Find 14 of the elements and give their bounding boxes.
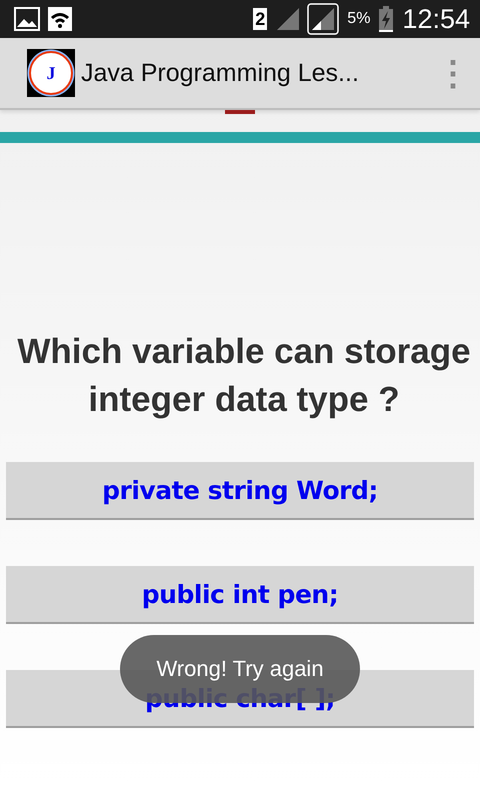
wifi-icon [48,7,72,31]
sim-badge: 2 [253,8,268,30]
answer-button[interactable]: private string Word; [6,462,474,520]
signal-icon [275,8,300,30]
answer-button[interactable]: public int pen; [6,566,474,624]
signal-icon [307,3,340,35]
battery-percent: 5% [347,10,370,28]
app-logo: J [27,49,75,97]
clock: 12:54 [402,4,470,34]
battery-charging-icon [378,6,394,32]
question-text: Which variable can storage integer data type ? [16,331,472,421]
app-title: Java Programming Les... [81,58,360,88]
gallery-icon [14,7,40,31]
page-indicator [225,110,255,114]
